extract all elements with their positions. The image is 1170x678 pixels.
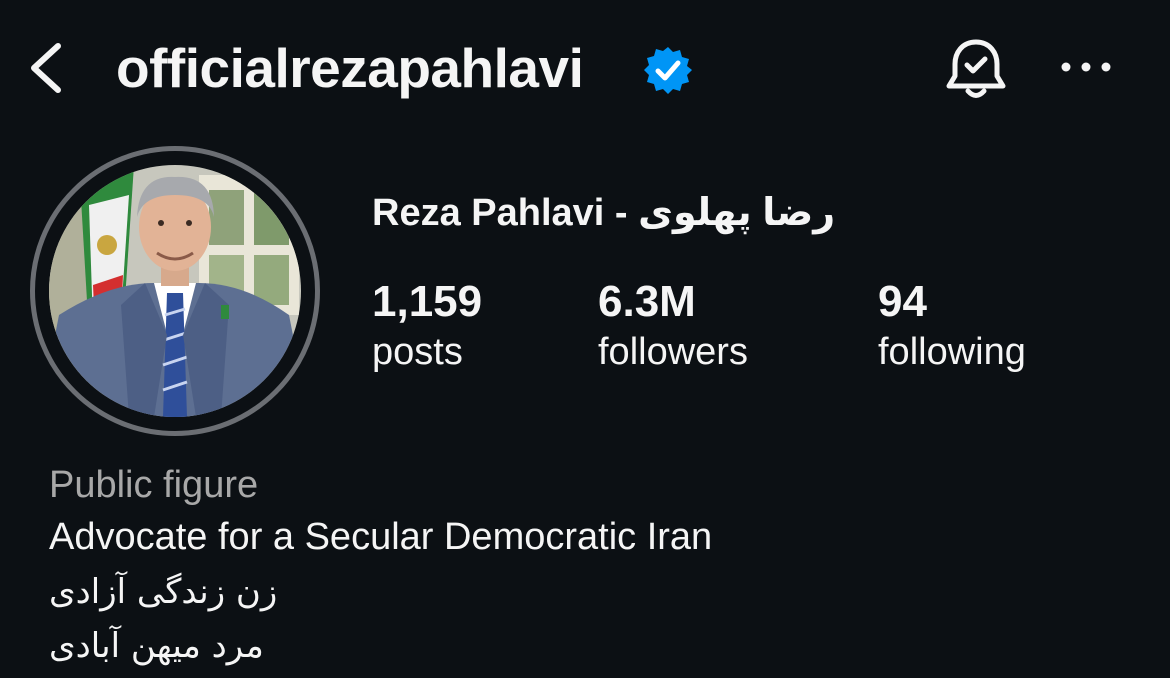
posts-count: 1,159: [372, 277, 483, 326]
followers-label: followers: [598, 331, 748, 373]
stat-following[interactable]: 94 following: [878, 276, 1026, 376]
bio-line-persian: زن زندگی آزادی: [49, 572, 278, 612]
stat-posts[interactable]: 1,159 posts: [372, 276, 482, 376]
following-label: following: [878, 331, 1026, 373]
bio-line-persian: مرد میهن آبادی: [49, 626, 264, 666]
avatar-photo: [49, 165, 301, 417]
profile-username: officialrezapahlavi: [116, 37, 584, 99]
profile-header: officialrezapahlavi: [0, 0, 1170, 135]
profile-full-name: Reza Pahlavi - رضا پهلوی: [372, 192, 836, 234]
posts-label: posts: [372, 331, 463, 373]
followers-count: 6.3M: [598, 277, 696, 326]
profile-avatar[interactable]: [49, 165, 301, 417]
profile-bio: Public figure Advocate for a Secular Dem…: [49, 462, 1149, 674]
bio-line: Advocate for a Secular Democratic Iran: [49, 516, 713, 558]
profile-category: Public figure: [49, 464, 259, 506]
more-options-icon[interactable]: [1056, 50, 1116, 84]
bio-line: مرد میهن آبادی: [49, 620, 1149, 674]
notification-bell-icon[interactable]: [940, 34, 1012, 106]
following-count: 94: [878, 277, 927, 326]
back-chevron-icon[interactable]: [22, 38, 70, 98]
stat-followers[interactable]: 6.3M followers: [598, 276, 748, 376]
bio-line: زن زندگی آزادی: [49, 566, 1149, 620]
verified-badge-icon: [644, 47, 692, 94]
